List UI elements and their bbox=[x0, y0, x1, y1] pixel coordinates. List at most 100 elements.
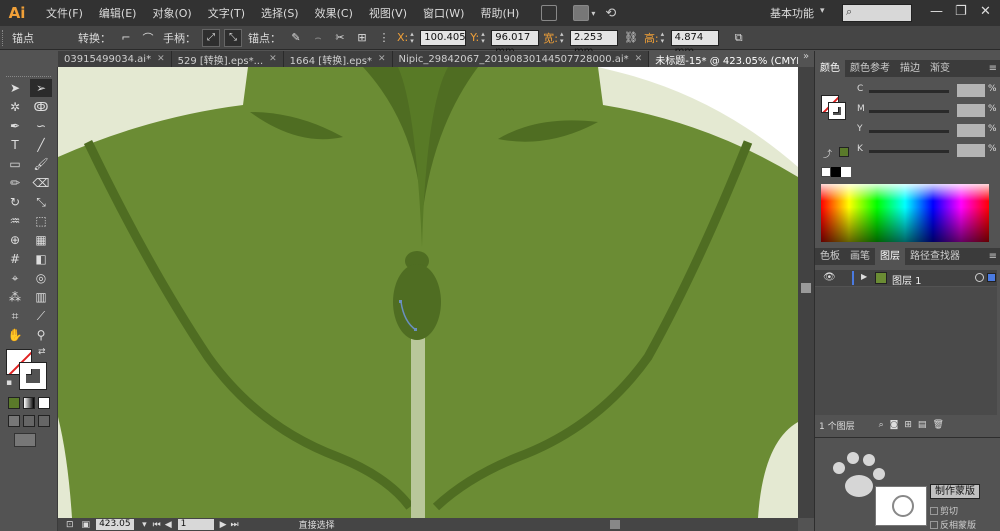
selection-indicator-icon[interactable] bbox=[987, 273, 996, 282]
black-slider[interactable] bbox=[869, 150, 949, 153]
help-search-input[interactable]: ⌕ bbox=[842, 4, 912, 22]
width-field[interactable]: 2.253 mm bbox=[569, 29, 618, 57]
vertical-scroll-thumb[interactable] bbox=[801, 283, 811, 293]
hand-tool-icon[interactable]: ✋ bbox=[4, 326, 26, 344]
status-menu-icon[interactable]: ⊡ bbox=[66, 520, 74, 530]
bridge-icon[interactable] bbox=[541, 5, 558, 21]
cyan-slider[interactable] bbox=[869, 90, 949, 93]
close-button[interactable]: ✕ bbox=[980, 4, 991, 19]
sync-icon[interactable]: ⟲ bbox=[605, 6, 616, 21]
next-artboard-icon[interactable]: ▶ bbox=[220, 520, 227, 530]
current-color-chip[interactable] bbox=[839, 147, 849, 157]
chevron-down-icon[interactable]: ▾ bbox=[820, 6, 825, 16]
default-fill-stroke-icon[interactable]: ▪ bbox=[6, 378, 12, 388]
curvature-tool-icon[interactable]: ∽ bbox=[30, 117, 52, 135]
tab-layers[interactable]: 图层 bbox=[875, 248, 905, 265]
yellow-value-field[interactable] bbox=[957, 124, 985, 137]
draw-behind-icon[interactable] bbox=[23, 415, 35, 427]
cyan-value-field[interactable] bbox=[957, 84, 985, 97]
height-spinner[interactable]: ▴ ▾ bbox=[661, 30, 669, 45]
workspace-switcher[interactable]: 基本功能 bbox=[770, 5, 814, 21]
screen-mode-icon[interactable] bbox=[14, 433, 36, 447]
menu-help[interactable]: 帮助(H) bbox=[472, 5, 527, 21]
zoom-chevron-icon[interactable]: ▾ bbox=[142, 520, 147, 530]
toolbar-grip[interactable] bbox=[6, 69, 51, 77]
menu-file[interactable]: 文件(F) bbox=[38, 5, 91, 21]
expand-layer-icon[interactable]: ▶ bbox=[861, 272, 867, 281]
height-field[interactable]: 4.874 mm bbox=[670, 29, 719, 57]
close-icon[interactable]: ✕ bbox=[378, 54, 386, 64]
eraser-tool-icon[interactable]: ⌫ bbox=[30, 174, 52, 192]
rotate-tool-icon[interactable]: ↻ bbox=[4, 193, 26, 211]
vertical-scrollbar[interactable] bbox=[798, 67, 814, 518]
menu-object[interactable]: 对象(O) bbox=[144, 5, 199, 21]
tab-document-4[interactable]: Nipic_29842067_20190830144507728000.ai* ✕ bbox=[392, 51, 650, 67]
artboard-nav-icon[interactable]: ▣ bbox=[82, 520, 91, 530]
symbol-sprayer-tool-icon[interactable]: ⁂ bbox=[4, 288, 26, 306]
artboard-number-field[interactable]: 1 bbox=[177, 519, 214, 530]
yellow-slider[interactable] bbox=[869, 130, 949, 133]
color-stroke-swatch[interactable] bbox=[828, 102, 846, 120]
control-bar-grip[interactable] bbox=[2, 29, 8, 46]
line-tool-icon[interactable]: ╱ bbox=[30, 136, 52, 154]
invert-mask-checkbox[interactable] bbox=[930, 520, 938, 529]
make-mask-button[interactable]: 制作蒙版 bbox=[930, 484, 980, 499]
free-transform-tool-icon[interactable]: ⬚ bbox=[30, 212, 52, 230]
tab-pathfinder[interactable]: 路径查找器 bbox=[905, 248, 965, 265]
align-anchor-icon[interactable]: ⋮ bbox=[376, 30, 392, 46]
selection-tool-icon[interactable]: ➤ bbox=[4, 79, 26, 97]
transform-icon[interactable]: ⧉ bbox=[731, 30, 747, 46]
gradient-mode-button[interactable] bbox=[23, 397, 35, 409]
tab-overflow-icon[interactable]: » bbox=[798, 51, 814, 67]
paintbrush-tool-icon[interactable]: 🖌 bbox=[30, 155, 52, 173]
lasso-tool-icon[interactable]: ↂ bbox=[30, 98, 52, 116]
clip-option[interactable]: 剪切 bbox=[930, 504, 958, 517]
tab-brushes[interactable]: 画笔 bbox=[845, 248, 875, 265]
tab-swatches[interactable]: 色板 bbox=[815, 248, 845, 265]
isolate-icon[interactable]: ⊞ bbox=[354, 30, 370, 46]
out-of-gamut-icon[interactable]: ⤴ bbox=[823, 147, 832, 160]
draw-normal-icon[interactable] bbox=[8, 415, 20, 427]
slice-tool-icon[interactable]: ⟋ bbox=[30, 307, 52, 325]
arrange-chevron-icon[interactable]: ▾ bbox=[591, 9, 595, 18]
clip-checkbox[interactable] bbox=[930, 506, 938, 515]
rectangle-tool-icon[interactable]: ▭ bbox=[4, 155, 26, 173]
x-spinner[interactable]: ▴ ▾ bbox=[410, 30, 418, 45]
convert-smooth-icon[interactable]: ⌒ bbox=[140, 30, 156, 46]
perspective-grid-tool-icon[interactable]: ▦ bbox=[30, 231, 52, 249]
close-icon[interactable]: ✕ bbox=[635, 54, 643, 64]
gradient-tool-icon[interactable]: ◧ bbox=[30, 250, 52, 268]
anchor-point[interactable] bbox=[414, 328, 417, 331]
shape-builder-tool-icon[interactable]: ⊕ bbox=[4, 231, 26, 249]
horizontal-scroll-thumb[interactable] bbox=[610, 520, 620, 529]
white-swatch[interactable] bbox=[841, 167, 851, 177]
cut-path-icon[interactable]: ✂ bbox=[332, 30, 348, 46]
tab-document-3[interactable]: 1664 [转换].eps* ✕ bbox=[283, 51, 393, 67]
prev-artboard-icon[interactable]: ◀ bbox=[165, 520, 172, 530]
menu-type[interactable]: 文字(T) bbox=[200, 5, 253, 21]
artboard-canvas[interactable] bbox=[58, 67, 798, 518]
menu-effect[interactable]: 效果(C) bbox=[307, 5, 361, 21]
target-icon[interactable] bbox=[975, 273, 984, 282]
eye-icon[interactable]: 👁 bbox=[823, 272, 836, 283]
artboard-tool-icon[interactable]: ⌗ bbox=[4, 307, 26, 325]
tab-color-guide[interactable]: 颜色参考 bbox=[845, 60, 895, 77]
type-tool-icon[interactable]: T bbox=[4, 136, 26, 154]
anchor-point[interactable] bbox=[399, 300, 402, 303]
locate-object-icon[interactable]: ⌕ bbox=[879, 420, 884, 430]
none-mode-button[interactable] bbox=[38, 397, 50, 409]
restore-button[interactable]: ❐ bbox=[955, 4, 967, 19]
tab-color[interactable]: 颜色 bbox=[815, 60, 845, 77]
panel-menu-icon[interactable]: ≡ bbox=[989, 248, 997, 265]
connect-path-icon[interactable]: ⌢ bbox=[310, 30, 326, 46]
delete-layer-icon[interactable]: 🗑 bbox=[932, 420, 943, 430]
close-icon[interactable]: ✕ bbox=[269, 54, 277, 64]
close-icon[interactable]: ✕ bbox=[157, 54, 165, 64]
swap-fill-stroke-icon[interactable]: ⇄ bbox=[38, 347, 46, 357]
tab-document-2[interactable]: 529 [转换].eps*... ✕ bbox=[171, 51, 284, 67]
black-swatch[interactable] bbox=[831, 167, 841, 177]
new-layer-icon[interactable]: ▤ bbox=[918, 420, 927, 430]
convert-corner-icon[interactable]: ⌐ bbox=[118, 30, 134, 46]
warp-tool-icon[interactable]: ♒ bbox=[4, 212, 26, 230]
color-mode-button[interactable] bbox=[8, 397, 20, 409]
